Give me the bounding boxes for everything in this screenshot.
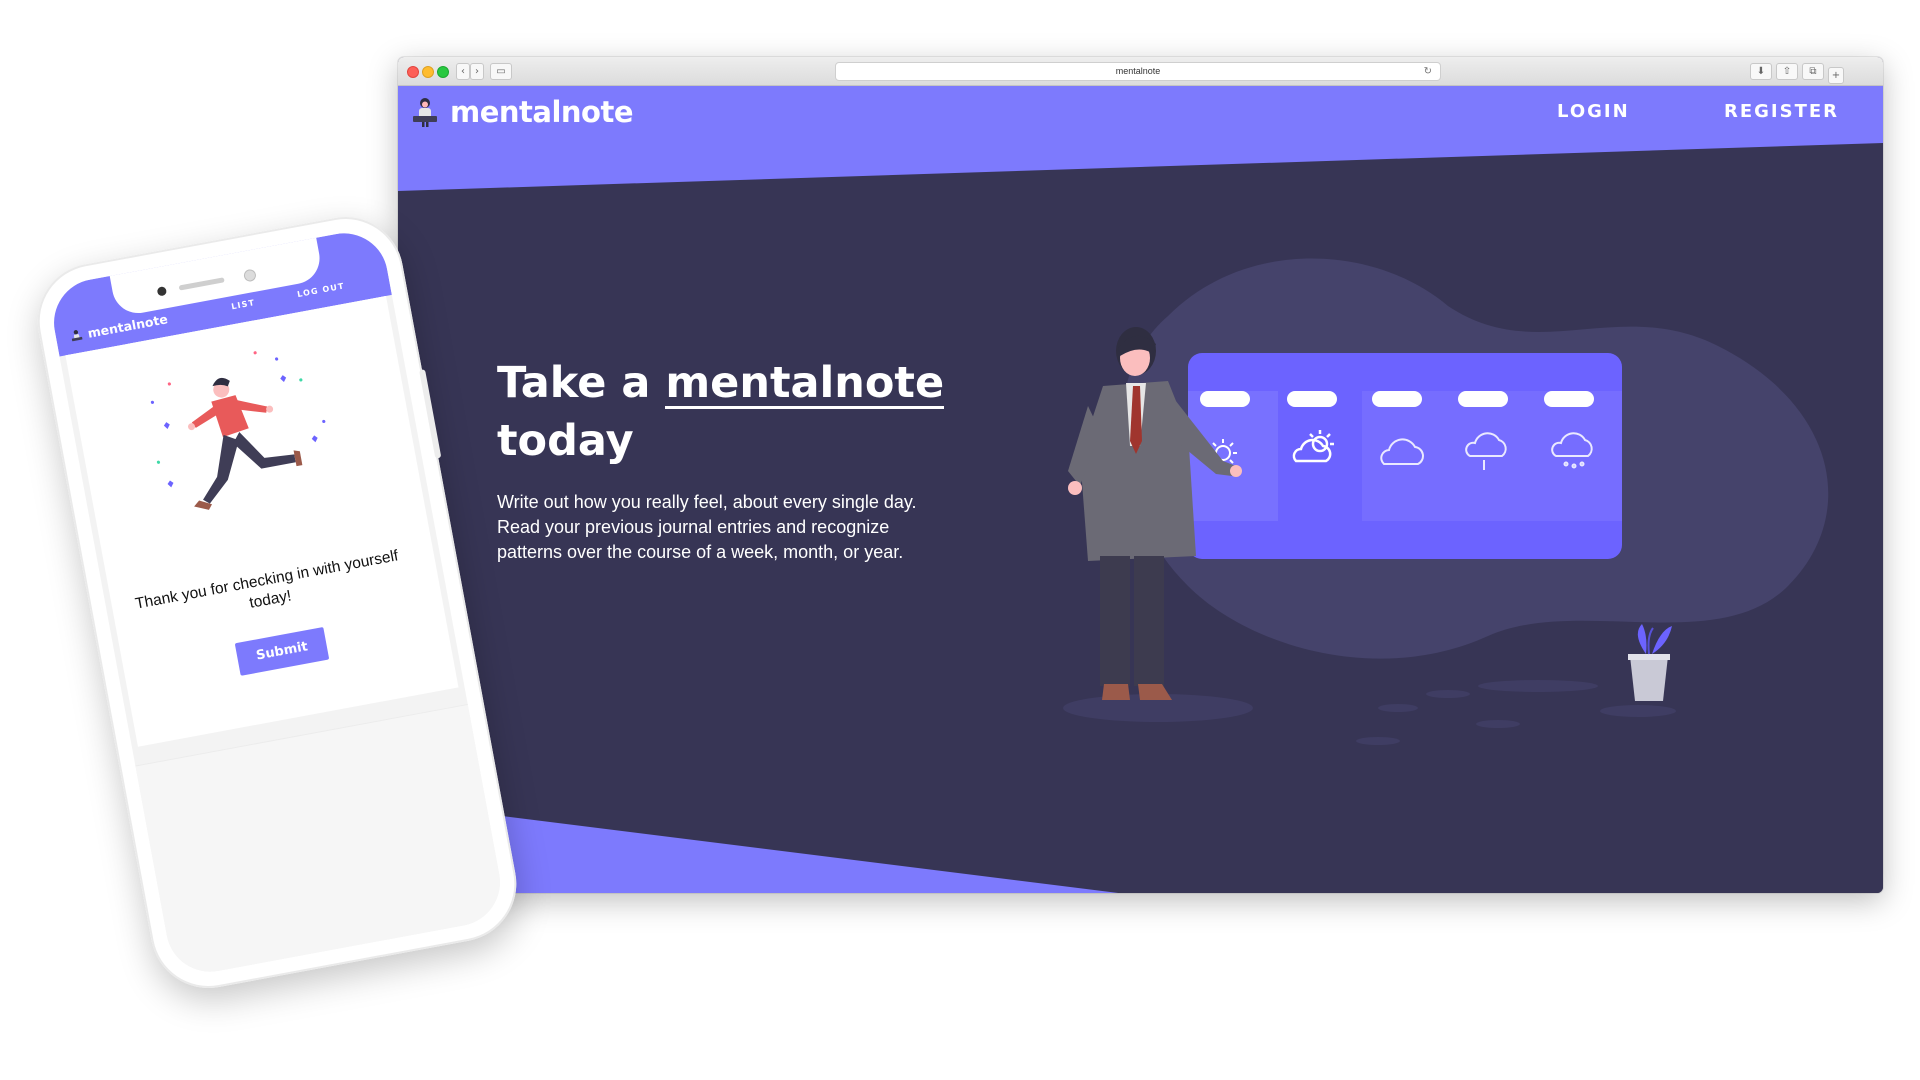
address-bar-text: mentalnote xyxy=(1115,66,1161,76)
chevron-right-icon: › xyxy=(475,66,479,77)
minimize-window-button[interactable] xyxy=(422,66,434,78)
phone-logo-text: mentalnote xyxy=(86,311,169,341)
download-icon: ⬇ xyxy=(1756,66,1766,77)
address-bar[interactable]: mentalnote ↻ xyxy=(835,62,1441,81)
proximity-sensor xyxy=(242,268,257,283)
browser-toolbar: ‹ › ▭ mentalnote ↻ ⬇ ⇧ ⧉ + xyxy=(398,57,1883,86)
sidebar-button[interactable]: ▭ xyxy=(490,63,512,80)
forward-button[interactable]: › xyxy=(470,63,484,80)
site-logo[interactable]: mentalnote xyxy=(410,95,634,129)
sidebar-icon: ▭ xyxy=(496,66,506,77)
download-button[interactable]: ⬇ xyxy=(1750,63,1772,80)
back-button[interactable]: ‹ xyxy=(456,63,470,80)
new-tab-button[interactable]: + xyxy=(1828,67,1844,84)
share-icon: ⇧ xyxy=(1782,66,1792,77)
earpiece-speaker xyxy=(178,277,225,291)
hero-description: Write out how you really feel, about eve… xyxy=(497,492,917,562)
front-camera xyxy=(156,286,168,297)
tabs-icon: ⧉ xyxy=(1809,66,1817,77)
reload-icon[interactable]: ↻ xyxy=(1424,63,1432,80)
phone-list-link[interactable]: LIST xyxy=(231,298,256,311)
hero-title: Take a mentalnote today xyxy=(497,354,977,470)
hero-title-prefix: Take a xyxy=(497,358,666,408)
running-person-illustration xyxy=(150,351,326,510)
chevron-left-icon: ‹ xyxy=(461,66,465,77)
person-logo-icon xyxy=(71,329,83,341)
share-button[interactable]: ⇧ xyxy=(1776,63,1798,80)
login-link[interactable]: LOGIN xyxy=(1557,101,1630,122)
plus-icon: + xyxy=(1831,70,1841,81)
register-link[interactable]: REGISTER xyxy=(1724,101,1839,122)
close-window-button[interactable] xyxy=(407,66,419,78)
hero-title-suffix: today xyxy=(497,416,634,466)
person-logo-icon xyxy=(413,98,437,127)
marketing-composition: ‹ › ▭ mentalnote ↻ ⬇ ⇧ ⧉ + mentalnote LO… xyxy=(0,0,1920,1080)
site-logo-text: mentalnote xyxy=(450,95,634,129)
desktop-browser-window: ‹ › ▭ mentalnote ↻ ⬇ ⇧ ⧉ + mentalnote LO… xyxy=(398,57,1883,893)
phone-logout-link[interactable]: LOG OUT xyxy=(296,281,345,299)
weather-presentation-illustration xyxy=(1063,258,1829,745)
tabs-button[interactable]: ⧉ xyxy=(1802,63,1824,80)
landing-page: mentalnote LOGIN REGISTER Take a mentaln… xyxy=(398,86,1883,893)
hero-title-highlight: mentalnote xyxy=(665,358,945,409)
phone-lower-section xyxy=(135,703,508,979)
maximize-window-button[interactable] xyxy=(437,66,449,78)
